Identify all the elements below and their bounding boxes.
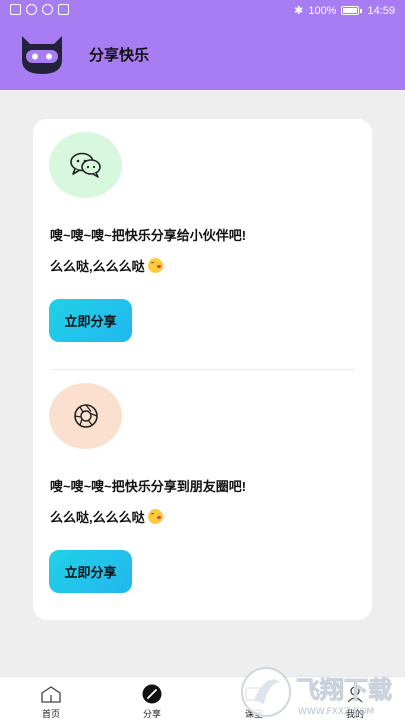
watermark-url: WWW.FXXZ.COM: [298, 707, 374, 717]
kiss-text: 么么哒,么么么哒: [50, 259, 145, 274]
battery-percent: 100%: [308, 4, 337, 17]
kissing-face-emoji-icon: [147, 509, 163, 524]
battery-icon: [341, 6, 363, 15]
home-icon: [41, 686, 61, 703]
eye-icon: [42, 4, 53, 15]
moments-icon-circle: [49, 383, 122, 449]
share-kiss-line: 么么哒,么么么哒: [50, 256, 163, 275]
app-header: ✱ 100% 14:59 分享快乐: [0, 0, 405, 90]
pen-icon: [142, 684, 162, 704]
status-bar: ✱ 100% 14:59: [0, 0, 405, 22]
kissing-face-emoji-icon: [147, 258, 163, 273]
section-divider: [51, 369, 355, 370]
wifi-icon: [26, 4, 37, 15]
share-message-line: 嗖~嗖~嗖~把快乐分享给小伙伴吧!: [50, 228, 247, 243]
clock: 14:59: [367, 4, 395, 17]
bluetooth-icon: ✱: [294, 5, 304, 17]
wechat-icon-circle: [49, 132, 122, 198]
tab-home-label: 首页: [41, 709, 60, 719]
page-title: 分享快乐: [89, 47, 150, 64]
tab-share[interactable]: 分享: [122, 677, 182, 720]
share-card: 嗖~嗖~嗖~把快乐分享给小伙伴吧! 么么哒,么么么哒 立即分享 嗖~嗖~嗖~把快…: [33, 119, 372, 620]
tab-share-label: 分享: [142, 709, 161, 719]
share-now-button-wechat[interactable]: 立即分享: [49, 299, 132, 342]
watermark-text: 飞翔下载: [296, 676, 392, 704]
watermark-logo: 飞翔下载 WWW.FXXZ.COM: [241, 667, 392, 717]
robot-cat-logo-icon: [22, 36, 62, 74]
moments-shutter-icon: [73, 404, 98, 428]
tab-home[interactable]: 首页: [21, 677, 81, 720]
wechat-chat-icon: [69, 152, 101, 178]
status-right-icons: ✱ 100% 14:59: [294, 4, 395, 18]
share-kiss-line: 么么哒,么么么哒: [50, 507, 163, 526]
nfc-icon: [58, 4, 69, 15]
status-left-icons: [10, 4, 69, 15]
kiss-text: 么么哒,么么么哒: [50, 510, 145, 525]
share-now-button-moments[interactable]: 立即分享: [49, 550, 132, 593]
share-message-line: 嗖~嗖~嗖~把快乐分享到朋友圈吧!: [50, 479, 247, 494]
notification-icon: [10, 4, 21, 15]
